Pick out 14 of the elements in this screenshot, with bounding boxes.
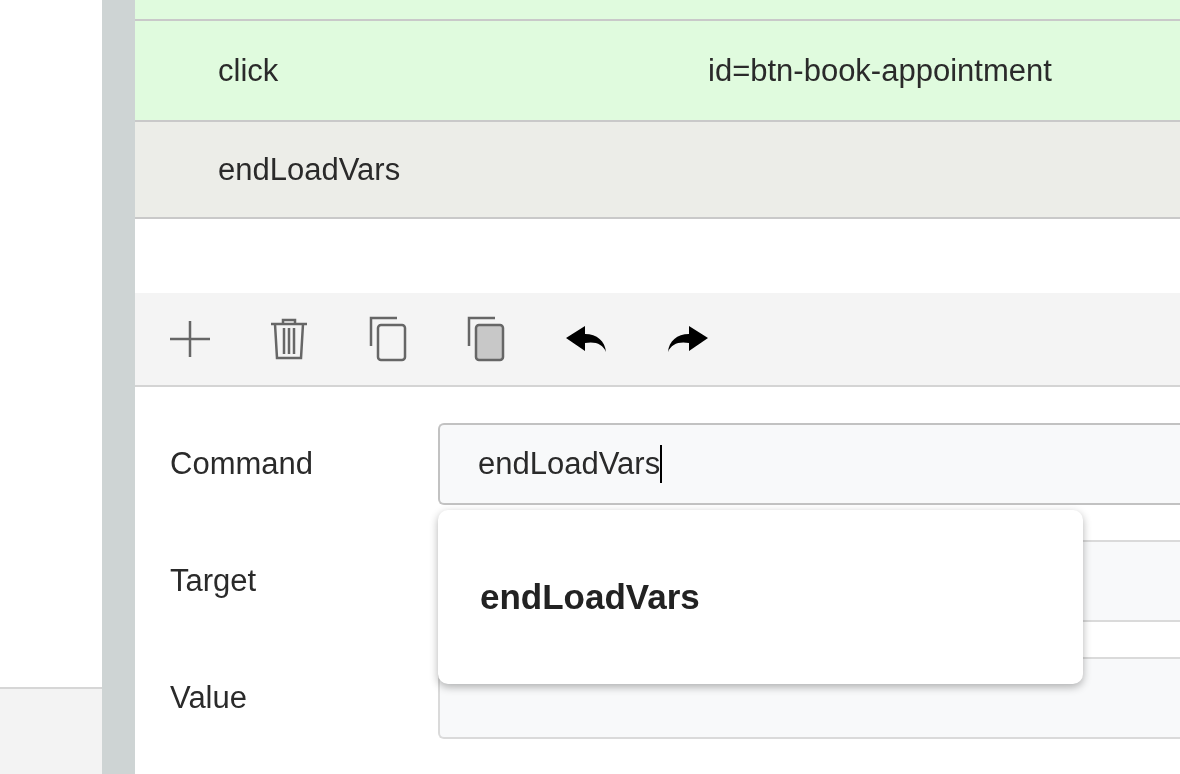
suggestion-item[interactable]: endLoadVars — [438, 577, 1083, 617]
target-text: id=btn-book-appointment — [708, 52, 1052, 89]
redo-icon[interactable] — [667, 324, 709, 353]
undo-icon[interactable] — [565, 324, 607, 353]
input-field[interactable]: endLoadVars — [438, 423, 1180, 505]
copy-icon[interactable] — [369, 315, 407, 362]
command-text: endLoadVars — [218, 151, 402, 188]
test-step-row[interactable]: endLoadVars — [135, 122, 1180, 219]
field-label: Command — [169, 446, 314, 482]
field-label: Value — [169, 680, 248, 716]
test-step-row[interactable]: click id=btn-book-appointment — [135, 21, 1180, 122]
field-label: Target — [169, 563, 258, 599]
paste-icon[interactable] — [467, 315, 505, 362]
command-text: click — [218, 52, 280, 89]
